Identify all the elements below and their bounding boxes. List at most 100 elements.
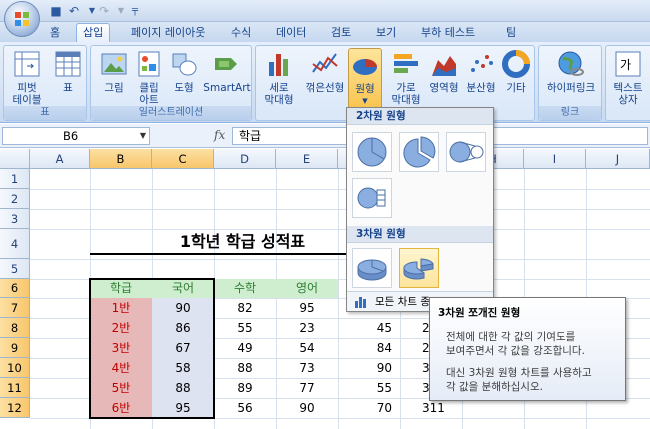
row-header-12[interactable]: 12: [0, 398, 30, 418]
clip-art-button[interactable]: 클립 아트: [129, 48, 169, 106]
undo-icon[interactable]: ↶: [66, 3, 82, 19]
class-cell[interactable]: 3반: [90, 338, 152, 358]
tooltip: 3차원 쪼개진 원형 전체에 대한 각 값의 기여도를 보여주면서 각 값을 강…: [429, 297, 626, 401]
shapes-button[interactable]: 도형: [164, 48, 204, 94]
picture-button[interactable]: 그림: [94, 48, 134, 94]
row-header-4[interactable]: 4: [0, 229, 30, 259]
tab-data[interactable]: 데이터: [270, 24, 312, 42]
scatter-chart-icon: [471, 55, 493, 72]
class-cell[interactable]: 4반: [90, 358, 152, 378]
math-score-cell[interactable]: 89: [214, 378, 276, 398]
column-header-j[interactable]: J: [586, 149, 650, 169]
score-cell-f[interactable]: 84: [338, 338, 400, 358]
smartart-button[interactable]: SmartArt: [203, 48, 251, 94]
korean-score-cell[interactable]: 67: [152, 338, 214, 358]
english-score-cell[interactable]: 90: [276, 398, 338, 418]
insert-function-icon[interactable]: fx: [214, 128, 225, 142]
tab-team[interactable]: 팀: [500, 24, 522, 42]
row-header-7[interactable]: 7: [0, 298, 30, 318]
chart-option-exploded-pie[interactable]: [399, 132, 439, 172]
name-box[interactable]: B6 ▼: [2, 127, 150, 145]
row-header-2[interactable]: 2: [0, 189, 30, 209]
header-cell-math[interactable]: 수학: [214, 279, 276, 298]
chart-option-bar-of-pie[interactable]: [352, 178, 392, 218]
score-cell-f[interactable]: 90: [338, 358, 400, 378]
chart-option-exploded-pie-3d[interactable]: [399, 248, 439, 288]
row-header-11[interactable]: 11: [0, 378, 30, 398]
tab-review[interactable]: 검토: [325, 24, 357, 42]
tab-formulas[interactable]: 수식: [225, 24, 257, 42]
scatter-chart-label: 분산형: [466, 82, 496, 94]
math-score-cell[interactable]: 55: [214, 318, 276, 338]
korean-score-cell[interactable]: 58: [152, 358, 214, 378]
table-button[interactable]: 표: [48, 48, 88, 94]
row-header-5[interactable]: 5: [0, 259, 30, 279]
math-score-cell[interactable]: 88: [214, 358, 276, 378]
office-button[interactable]: [4, 1, 40, 37]
column-chart-button[interactable]: 세로 막대형: [259, 48, 299, 106]
row-header-1[interactable]: 1: [0, 169, 30, 189]
math-score-cell[interactable]: 56: [214, 398, 276, 418]
name-box-dropdown-icon[interactable]: ▼: [140, 128, 146, 144]
header-cell-korean[interactable]: 국어: [152, 279, 214, 298]
korean-score-cell[interactable]: 88: [152, 378, 214, 398]
column-header-e[interactable]: E: [276, 149, 338, 169]
class-cell[interactable]: 6반: [90, 398, 152, 418]
class-cell[interactable]: 2반: [90, 318, 152, 338]
pie-chart-button[interactable]: 원형 ▼: [348, 48, 382, 110]
row-header-10[interactable]: 10: [0, 358, 30, 378]
score-cell-f[interactable]: 55: [338, 378, 400, 398]
english-score-cell[interactable]: 73: [276, 358, 338, 378]
korean-score-cell[interactable]: 90: [152, 298, 214, 318]
row-header-9[interactable]: 9: [0, 338, 30, 358]
tab-home[interactable]: 홈: [44, 24, 66, 42]
column-header-c[interactable]: C: [152, 149, 214, 169]
redo-icon[interactable]: ↷: [96, 3, 112, 19]
tab-view[interactable]: 보기: [370, 24, 402, 42]
textbox-button[interactable]: 가 텍스트 상자: [608, 48, 648, 106]
tab-page-layout[interactable]: 페이지 레이아웃: [125, 24, 211, 42]
tab-insert[interactable]: 삽입: [76, 23, 111, 43]
row-header-3[interactable]: 3: [0, 209, 30, 229]
chart-option-pie[interactable]: [352, 132, 392, 172]
score-cell-f[interactable]: 45: [338, 318, 400, 338]
pivot-table-icon: [14, 51, 40, 77]
column-header-b[interactable]: B: [90, 149, 152, 169]
math-score-cell[interactable]: 82: [214, 298, 276, 318]
hyperlink-button[interactable]: 하이퍼링크: [543, 48, 599, 94]
bar-chart-button[interactable]: 가로 막대형: [386, 48, 426, 106]
score-cell-g[interactable]: 311: [400, 398, 462, 418]
customize-qat-icon[interactable]: ╤: [127, 3, 143, 19]
header-cell-class[interactable]: 학급: [90, 279, 152, 298]
line-chart-label: 꺾은선형: [305, 82, 345, 94]
class-cell[interactable]: 5반: [90, 378, 152, 398]
select-all-corner[interactable]: [0, 149, 30, 169]
english-score-cell[interactable]: 77: [276, 378, 338, 398]
english-score-cell[interactable]: 95: [276, 298, 338, 318]
english-score-cell[interactable]: 54: [276, 338, 338, 358]
pie-chart-dropdown[interactable]: 2차원 원형 3차원 원형 모든 차트 종: [346, 107, 494, 312]
line-chart-button[interactable]: 꺾은선형: [301, 48, 349, 94]
row-header-6[interactable]: 6: [0, 279, 30, 298]
area-chart-button[interactable]: 영역형: [424, 48, 464, 94]
picture-icon: [101, 53, 127, 75]
other-charts-button[interactable]: 기타: [496, 48, 536, 94]
score-cell-f[interactable]: 70: [338, 398, 400, 418]
smartart-icon: [215, 58, 237, 70]
math-score-cell[interactable]: 49: [214, 338, 276, 358]
english-score-cell[interactable]: 23: [276, 318, 338, 338]
pivot-table-button[interactable]: 피벗 테이블: [7, 48, 47, 106]
korean-score-cell[interactable]: 86: [152, 318, 214, 338]
class-cell[interactable]: 1반: [90, 298, 152, 318]
column-header-d[interactable]: D: [214, 149, 276, 169]
tab-load-test[interactable]: 부하 테스트: [415, 24, 481, 42]
column-header-i[interactable]: I: [524, 149, 586, 169]
save-icon[interactable]: ■: [48, 3, 64, 19]
korean-score-cell[interactable]: 95: [152, 398, 214, 418]
chart-option-pie-3d[interactable]: [352, 248, 392, 288]
row-header-8[interactable]: 8: [0, 318, 30, 338]
chart-option-pie-of-pie[interactable]: [446, 132, 486, 172]
column-header-a[interactable]: A: [30, 149, 90, 169]
header-cell-english[interactable]: 영어: [276, 279, 338, 298]
scatter-chart-button[interactable]: 분산형: [461, 48, 501, 94]
